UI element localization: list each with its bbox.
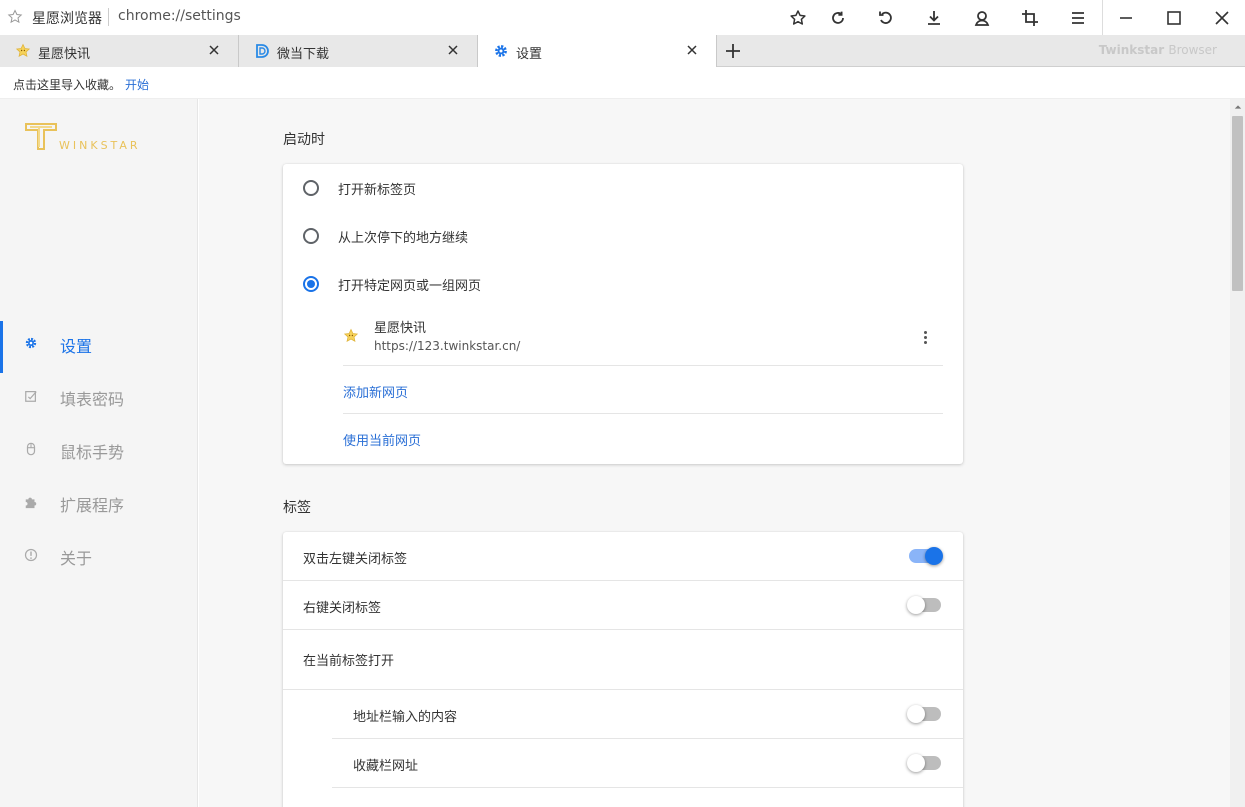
tab-weidown[interactable]: 微当下载 [239, 35, 478, 67]
sidebar-item-label: 设置 [60, 337, 93, 356]
startup-option-continue[interactable]: 从上次停下的地方继续 [283, 212, 963, 260]
open-in-current-tab-group: 在当前标签打开 [283, 630, 963, 690]
group-label: 在当前标签打开 [303, 654, 395, 669]
tab-label: 设置 [516, 47, 543, 62]
startup-page-entry: 星愿快讯 https://123.twinkstar.cn/ [343, 308, 943, 366]
sidebar-item-label: 关于 [60, 549, 93, 568]
tabs-card: 双击左键关闭标签 右键关闭标签 在当前标签打开 地址栏输入的内容 收藏栏网址 [283, 532, 963, 807]
startup-page-url: https://123.twinkstar.cn/ [374, 339, 521, 353]
toggle-label: 右键关闭标签 [303, 601, 382, 616]
undo-close-icon[interactable] [873, 5, 899, 31]
radio-label: 打开特定网页或一组网页 [338, 279, 482, 294]
gear-icon [22, 334, 40, 352]
startup-option-specific-pages[interactable]: 打开特定网页或一组网页 [283, 260, 963, 308]
radio-label: 从上次停下的地方继续 [338, 231, 469, 246]
tab-twinkstar-news[interactable]: 星愿快讯 [0, 35, 239, 67]
startup-page-name: 星愿快讯 [374, 321, 427, 336]
add-new-page-link[interactable]: 添加新网页 [343, 382, 408, 401]
app-title: 星愿浏览器 [32, 11, 102, 27]
tab-strip: 星愿快讯 微当下载 设置 Twinkstar Browser [0, 35, 1245, 68]
logo-text: WINKSTAR [59, 139, 141, 152]
gear-icon [493, 43, 509, 59]
sidebar-item-about[interactable]: 关于 [0, 533, 198, 577]
window-controls-separator [1102, 0, 1103, 35]
scroll-up-arrow-icon[interactable] [1230, 99, 1245, 114]
use-current-row: 使用当前网页 [343, 414, 943, 462]
use-current-pages-link[interactable]: 使用当前网页 [343, 430, 421, 449]
mouse-icon [22, 440, 40, 458]
tab-label: 星愿快讯 [38, 47, 91, 62]
radio-button[interactable] [303, 180, 319, 196]
tab-label: 微当下载 [277, 47, 330, 62]
double-click-close-row: 双击左键关闭标签 [283, 532, 963, 581]
double-click-close-toggle[interactable] [909, 547, 943, 565]
page-scrollbar[interactable] [1230, 99, 1245, 807]
brand-suffix: Browser [1168, 43, 1217, 57]
info-icon [22, 546, 40, 564]
menu-icon[interactable] [1065, 5, 1091, 31]
tab-close-icon[interactable] [445, 42, 461, 58]
address-input-row: 地址栏输入的内容 [332, 690, 963, 739]
address-input-toggle[interactable] [907, 705, 941, 723]
refresh-icon[interactable] [825, 5, 851, 31]
bookmark-star-icon[interactable] [785, 5, 811, 31]
tabs-section-title: 标签 [283, 500, 311, 516]
radio-button-checked[interactable] [303, 276, 319, 292]
tab-close-icon[interactable] [684, 42, 700, 58]
d-logo-icon [254, 43, 270, 59]
toggle-label: 地址栏输入的内容 [353, 710, 458, 725]
toggle-label: 收藏栏网址 [353, 759, 419, 774]
settings-main: 启动时 打开新标签页 从上次停下的地方继续 打开特定网页或一组网页 星愿快讯 h… [199, 99, 1230, 807]
scrollbar-thumb[interactable] [1232, 116, 1243, 291]
add-page-row: 添加新网页 [343, 366, 943, 414]
import-start-link[interactable]: 开始 [125, 76, 149, 93]
title-separator [108, 8, 109, 26]
puzzle-icon [22, 493, 40, 511]
form-icon [22, 387, 40, 405]
right-click-close-row: 右键关闭标签 [283, 581, 963, 630]
more-options-icon[interactable] [919, 327, 931, 347]
sidebar-item-form-password[interactable]: 填表密码 [0, 374, 198, 418]
browser-brand-label: Twinkstar Browser [1099, 43, 1217, 57]
crop-screenshot-icon[interactable] [1017, 5, 1043, 31]
sidebar-item-label: 鼠标手势 [60, 443, 125, 462]
close-window-icon[interactable] [1209, 5, 1235, 31]
page-star-icon [7, 9, 23, 25]
twinkstar-logo-icon [25, 123, 57, 150]
radio-label: 打开新标签页 [338, 183, 417, 198]
sidebar-item-label: 填表密码 [60, 390, 125, 409]
tab-close-icon[interactable] [206, 42, 222, 58]
twinkstar-logo: WINKSTAR [25, 121, 155, 153]
star-face-icon [15, 43, 31, 59]
sidebar-item-extensions[interactable]: 扩展程序 [0, 480, 198, 524]
bookmark-import-bar: 点击这里导入收藏。 开始 [0, 67, 1245, 99]
sidebar-item-mouse-gestures[interactable]: 鼠标手势 [0, 427, 198, 471]
title-bar: 星愿浏览器 chrome://settings [0, 0, 1245, 35]
address-bar-url[interactable]: chrome://settings [118, 8, 241, 24]
import-bookmarks-message: 点击这里导入收藏。 [13, 78, 122, 92]
settings-sidebar: WINKSTAR 设置 填表密码 鼠标手势 扩展程序 关于 [0, 99, 198, 807]
minimize-icon[interactable] [1113, 5, 1139, 31]
sidebar-item-settings[interactable]: 设置 [0, 321, 198, 373]
maximize-icon[interactable] [1161, 5, 1187, 31]
bookmark-url-toggle[interactable] [907, 754, 941, 772]
new-tab-plus-icon[interactable] [722, 40, 744, 62]
bookmark-url-row: 收藏栏网址 [332, 739, 963, 788]
toggle-label: 双击左键关闭标签 [303, 552, 408, 567]
radio-button[interactable] [303, 228, 319, 244]
right-click-close-toggle[interactable] [907, 596, 941, 614]
startup-card: 打开新标签页 从上次停下的地方继续 打开特定网页或一组网页 星愿快讯 https… [283, 164, 963, 464]
sidebar-item-label: 扩展程序 [60, 496, 125, 515]
star-face-icon [343, 328, 359, 344]
user-icon[interactable] [969, 5, 995, 31]
brand-name: Twinkstar [1098, 43, 1165, 57]
tab-settings[interactable]: 设置 [478, 35, 717, 68]
startup-section-title: 启动时 [283, 132, 325, 148]
download-icon[interactable] [921, 5, 947, 31]
startup-option-new-tab[interactable]: 打开新标签页 [283, 164, 963, 212]
